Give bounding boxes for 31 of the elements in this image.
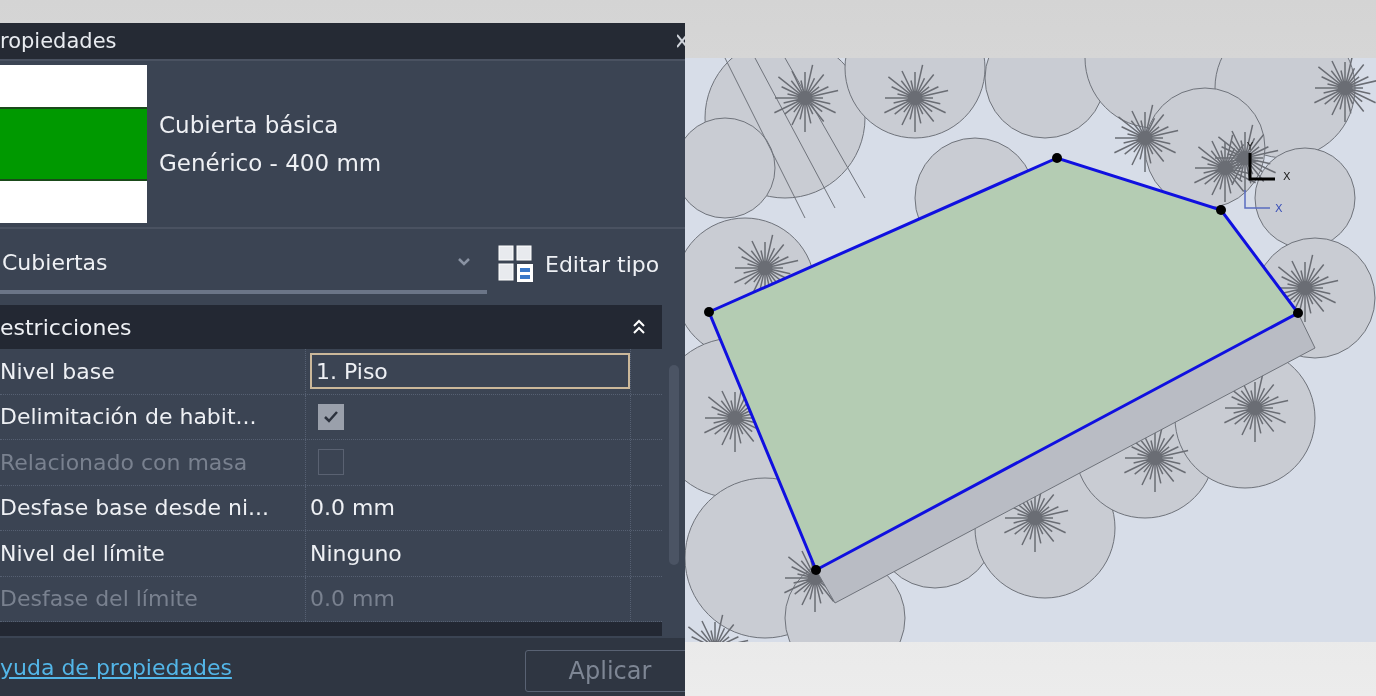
property-label: Delimitación de habit... xyxy=(0,404,258,430)
level-field[interactable]: 1. Piso xyxy=(310,353,630,390)
panel-title: ropiedades xyxy=(0,29,117,53)
vertex-handle[interactable] xyxy=(1052,153,1062,163)
family-name: Cubierta básica xyxy=(159,112,340,138)
axis-label: X xyxy=(1275,202,1283,215)
category-dropdown[interactable]: Cubiertas xyxy=(0,234,487,294)
property-label: Nivel base xyxy=(0,358,116,384)
vertex-handle[interactable] xyxy=(1216,205,1226,215)
vertex-handle[interactable] xyxy=(811,565,821,575)
vertex-handle[interactable] xyxy=(1293,308,1303,318)
axis-icon xyxy=(1244,189,1271,209)
vertex-handle[interactable] xyxy=(704,307,714,317)
property-value[interactable]: Ninguno xyxy=(310,540,402,566)
property-label: Relacionado con masa xyxy=(0,449,249,475)
property-label: Desfase base desde ni... xyxy=(0,495,271,521)
axis-icon xyxy=(1248,153,1275,181)
help-link[interactable]: yuda de propiedades xyxy=(0,654,232,680)
property-value[interactable]: 0.0 mm xyxy=(310,495,395,521)
checkmark-icon xyxy=(323,409,339,424)
type-name: Genérico - 400 mm xyxy=(159,150,382,176)
close-icon[interactable] xyxy=(677,34,685,48)
checkbox[interactable] xyxy=(318,403,344,430)
chevron-down-icon xyxy=(457,257,471,267)
axis-label: X xyxy=(1283,170,1291,183)
collapse-icon xyxy=(632,318,646,336)
property-label: Nivel del límite xyxy=(0,540,166,566)
edit-type-button[interactable]: Editar tipo xyxy=(497,244,660,284)
property-label: Desfase del límite xyxy=(0,586,199,612)
section-header[interactable]: estricciones xyxy=(0,305,662,349)
axis-label: Y xyxy=(1247,141,1254,152)
